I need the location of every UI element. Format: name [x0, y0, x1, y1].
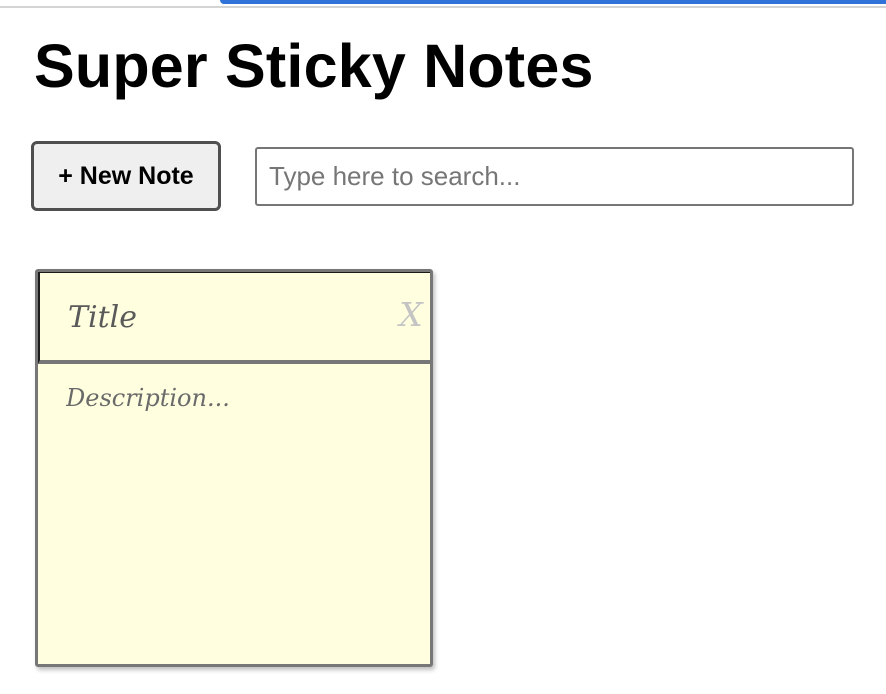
sticky-note: X [35, 269, 433, 667]
search-input[interactable] [255, 147, 854, 206]
note-title-input[interactable] [68, 295, 388, 339]
page-title: Super Sticky Notes [34, 32, 594, 100]
new-note-button[interactable]: + New Note [31, 141, 221, 211]
top-divider [0, 6, 886, 8]
top-accent-bar [220, 0, 886, 4]
note-description-input[interactable] [66, 384, 406, 644]
browser-top-rule [0, 0, 886, 10]
note-header: X [38, 272, 430, 364]
close-icon[interactable]: X [395, 295, 427, 335]
